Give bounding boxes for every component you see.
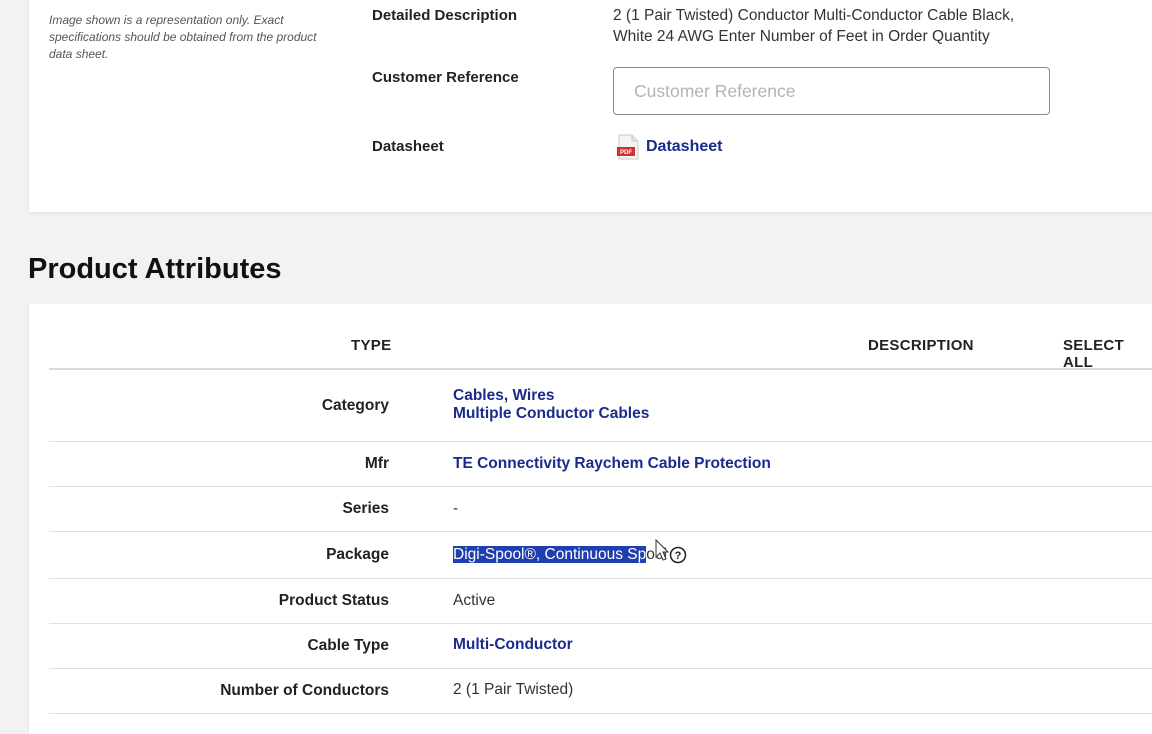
- datasheet-link-label[interactable]: Datasheet: [646, 138, 722, 156]
- detailed-description-value: 2 (1 Pair Twisted) Conductor Multi-Condu…: [613, 7, 1015, 45]
- detailed-description-label: Detailed Description: [372, 7, 518, 24]
- datasheet-link[interactable]: PDF Datasheet: [617, 134, 722, 160]
- header-divider: [49, 368, 1152, 370]
- number-of-conductors-value: 2 (1 Pair Twisted): [453, 681, 574, 698]
- mouse-cursor-icon: [655, 539, 670, 561]
- svg-text:PDF: PDF: [620, 150, 632, 156]
- column-header-type[interactable]: TYPE: [351, 337, 391, 354]
- series-value: -: [453, 500, 459, 517]
- row-divider: [49, 623, 1152, 624]
- select-all-button[interactable]: SELECT ALL: [1063, 337, 1152, 371]
- row-divider: [49, 713, 1152, 714]
- row-divider: [49, 578, 1152, 579]
- section-title: Product Attributes: [28, 253, 282, 285]
- row-label-series: Series: [342, 500, 389, 517]
- row-divider: [49, 486, 1152, 487]
- category-link-cables-wires[interactable]: Cables, Wires: [453, 387, 555, 405]
- customer-reference-label: Customer Reference: [372, 69, 519, 86]
- row-label-package: Package: [326, 546, 389, 563]
- row-divider: [49, 668, 1152, 669]
- product-status-value: Active: [453, 592, 496, 609]
- column-header-description: DESCRIPTION: [868, 337, 974, 354]
- row-label-product-status: Product Status: [278, 592, 389, 609]
- selected-text: Digi-Spool®, Continuous Sp: [453, 546, 647, 563]
- row-label-category: Category: [321, 397, 389, 414]
- row-label-mfr: Mfr: [364, 455, 389, 472]
- row-label-cable-type: Cable Type: [307, 637, 389, 654]
- row-divider: [49, 531, 1152, 532]
- mfr-link[interactable]: TE Connectivity Raychem Cable Protection: [453, 455, 771, 473]
- package-value: Digi-Spool®, Continuous Spool: [453, 546, 667, 564]
- row-divider: [49, 441, 1152, 442]
- customer-reference-input[interactable]: [613, 67, 1050, 115]
- help-circle-icon[interactable]: ?: [669, 546, 687, 564]
- datasheet-label: Datasheet: [372, 138, 444, 155]
- row-label-number-of-conductors: Number of Conductors: [220, 682, 389, 699]
- pdf-icon: PDF: [617, 134, 639, 160]
- category-link-multiple-conductor[interactable]: Multiple Conductor Cables: [453, 405, 649, 423]
- image-disclaimer: Image shown is a representation only. Ex…: [49, 13, 317, 61]
- cable-type-link[interactable]: Multi-Conductor: [453, 636, 573, 654]
- svg-text:?: ?: [675, 550, 682, 562]
